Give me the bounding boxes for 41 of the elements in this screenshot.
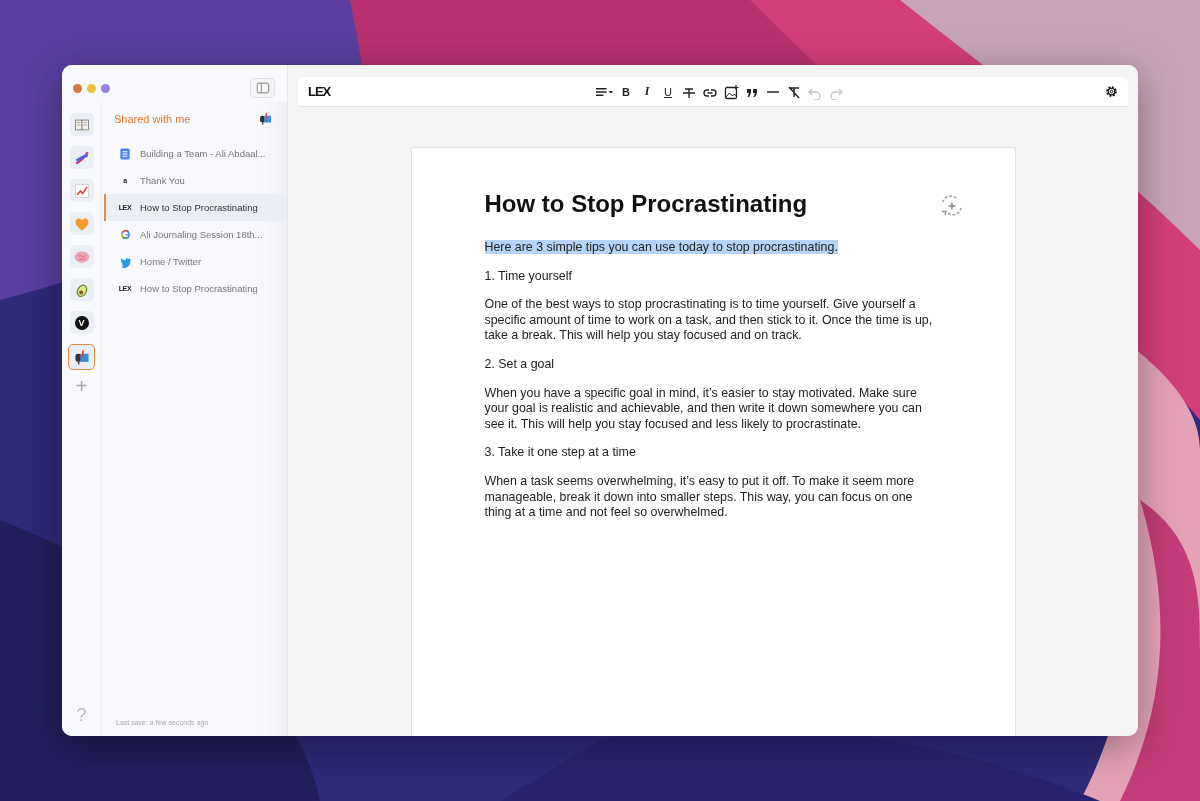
window-control[interactable] <box>101 83 110 93</box>
paragraph: 1. Time yourself <box>484 268 573 285</box>
document-title: How to Stop Procrastinating <box>140 202 258 213</box>
paragraph: Here are 3 simple tips you can use today to stop procrastinating. <box>484 240 839 256</box>
chart-icon <box>72 181 91 200</box>
document-icon <box>118 146 132 161</box>
paragraph: When a task seems overwhelming, it’s easy to put it off. To make it seem more manageable, break it down into smaller steps. This way, you can focus on one thing at a time and not feel so overwhelmed. <box>484 473 916 521</box>
align-icon <box>596 86 613 97</box>
paragraph: When you have a specific goal in mind, it’s easier to stay motivated. Make sure your goal is realistic and achievable, and then write it down somewhere you can see it. This will help you stay focused and less likely to procrastinate. <box>484 385 923 433</box>
sidebar-icon <box>254 80 271 96</box>
paragraph: 2. Set a goal <box>484 356 556 373</box>
document-title: Thank You <box>140 175 185 186</box>
document-heading: How to Stop Procrastinating <box>484 190 809 218</box>
app-logo: LEX <box>308 84 332 99</box>
bold-button[interactable]: B <box>618 82 634 101</box>
document-title: Ali Journaling Session 18th... <box>140 229 263 240</box>
mailbox-icon <box>258 111 273 126</box>
settings-icon <box>1105 85 1118 98</box>
document-list-item[interactable]: Home / Twitter <box>104 248 287 275</box>
workspace-button[interactable]: V <box>69 311 94 334</box>
document-title: How to Stop Procrastinating <box>140 283 258 294</box>
italic-button[interactable]: I <box>639 82 655 101</box>
section-title: Shared with me <box>114 112 191 125</box>
settings-button[interactable] <box>1105 85 1118 98</box>
workspace-letter-icon: V <box>74 315 89 330</box>
document-list-item[interactable]: Ali Journaling Session 18th... <box>104 221 287 248</box>
g-logo-icon <box>118 228 132 241</box>
bird-icon <box>118 255 132 268</box>
document-title: Building a Team - Ali Abdaal... <box>140 148 266 159</box>
workspace-button[interactable] <box>68 344 95 370</box>
document-list-item[interactable]: Building a Team - Ali Abdaal... <box>104 140 287 167</box>
paragraph: 3. Take it one step at a time <box>484 445 637 461</box>
sidebar-toggle-button[interactable] <box>250 78 275 98</box>
document-title: Home / Twitter <box>140 256 202 267</box>
horizontal-rule-icon <box>767 90 779 93</box>
image-button[interactable] <box>723 82 739 101</box>
underline-button[interactable]: U <box>660 82 676 101</box>
window-control[interactable] <box>73 83 82 93</box>
mailbox-icon <box>72 348 91 366</box>
paragraph: One of the best ways to stop procrastinating is to time yourself. Give yourself a specific amount of time to work on a task, and then stick to it. Once the time is up, take a break. This will help you stay focused and on track. <box>484 297 934 344</box>
image-icon <box>723 83 739 100</box>
